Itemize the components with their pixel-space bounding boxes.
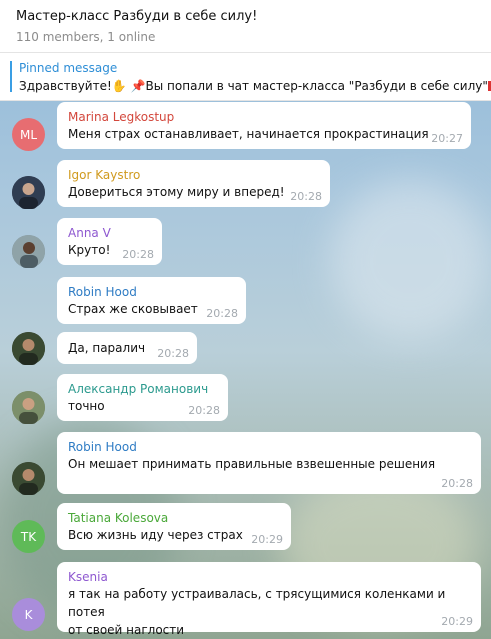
message-time: 20:28 (290, 190, 322, 203)
message-time: 20:28 (157, 347, 189, 360)
message-author[interactable]: Marina Legkostup (68, 109, 461, 125)
message-time: 20:28 (206, 307, 238, 320)
avatar[interactable]: ML (12, 118, 45, 151)
pinned-accent-bar (10, 61, 12, 92)
message-author[interactable]: Александр Романович (68, 381, 218, 397)
message-bubble[interactable]: Ksenia я так на работу устраивалась, с т… (57, 562, 481, 637)
message-time: 20:28 (441, 477, 473, 490)
message-time: 20:27 (431, 132, 463, 145)
message-author[interactable]: Igor Kaystro (68, 167, 320, 183)
pinned-label: Pinned message (19, 61, 118, 75)
message-author[interactable]: Tatiana Kolesova (68, 510, 281, 526)
avatar[interactable] (12, 332, 45, 365)
pinned-text-greeting: Здравствуйте! (19, 79, 112, 93)
message-text-line: я так на работу устраивалась, с трясущим… (68, 587, 446, 619)
avatar[interactable] (12, 176, 45, 209)
message-author[interactable]: Ksenia (68, 569, 471, 585)
message-bubble[interactable]: Да, паралич 20:28 (57, 332, 197, 364)
message-bubble[interactable]: Robin Hood Страх же сковывает 20:28 (57, 277, 246, 324)
message-text: Он мешает принимать правильные взвешенны… (68, 457, 436, 471)
message-time: 20:29 (251, 533, 283, 546)
message-author[interactable]: Anna V (68, 225, 152, 241)
message-bubble[interactable]: Igor Kaystro Довериться этому миру и впе… (57, 160, 330, 207)
message-time: 20:28 (122, 248, 154, 261)
chat-header[interactable]: Мастер-класс Разбуди в себе силу! 110 me… (0, 0, 491, 53)
pinned-text: Здравствуйте!✋ 📌Вы попали в чат мастер-к… (19, 79, 491, 93)
user-photo-icon (12, 235, 45, 268)
message-bubble[interactable]: Robin Hood Он мешает принимать правильны… (57, 432, 481, 494)
avatar[interactable] (12, 462, 45, 495)
pinned-text-body: Вы попали в чат мастер-класса "Разбуди в… (145, 79, 491, 93)
chat-member-count: 110 members, 1 online (16, 30, 156, 44)
avatar[interactable]: TK (12, 520, 45, 553)
pushpin-icon: 📌 (130, 79, 146, 93)
avatar-initials: ML (19, 127, 38, 142)
pinned-message-bar[interactable]: Pinned message Здравствуйте!✋ 📌Вы попали… (0, 53, 491, 101)
background-blob (330, 180, 490, 340)
waving-hand-icon: ✋ (111, 79, 127, 93)
message-text: Довериться этому миру и вперед! (68, 185, 285, 199)
avatar[interactable] (12, 391, 45, 424)
message-text: Меня страх останавливает, начинается про… (68, 127, 429, 141)
message-bubble[interactable]: Marina Legkostup Меня страх останавливае… (57, 102, 471, 149)
message-time: 20:29 (441, 615, 473, 628)
message-bubble[interactable]: Александр Романович точно 20:28 (57, 374, 228, 421)
message-author[interactable]: Robin Hood (68, 439, 471, 455)
avatar-initials: TK (20, 529, 37, 544)
message-author[interactable]: Robin Hood (68, 284, 236, 300)
chat-title: Мастер-класс Разбуди в себе силу! (16, 9, 258, 24)
user-photo-icon (12, 176, 45, 209)
avatar[interactable] (12, 235, 45, 268)
user-photo-icon (12, 391, 45, 424)
message-bubble[interactable]: Tatiana Kolesova Всю жизнь иду через стр… (57, 503, 291, 550)
message-text-line: от своей наглости (68, 623, 185, 637)
message-bubble[interactable]: Anna V Круто! 20:28 (57, 218, 162, 265)
message-time: 20:28 (188, 404, 220, 417)
user-photo-icon (12, 462, 45, 495)
avatar[interactable]: K (12, 598, 45, 631)
avatar-initials: K (24, 607, 33, 622)
user-photo-icon (12, 332, 45, 365)
message-text: Всю жизнь иду через страх (68, 528, 243, 542)
